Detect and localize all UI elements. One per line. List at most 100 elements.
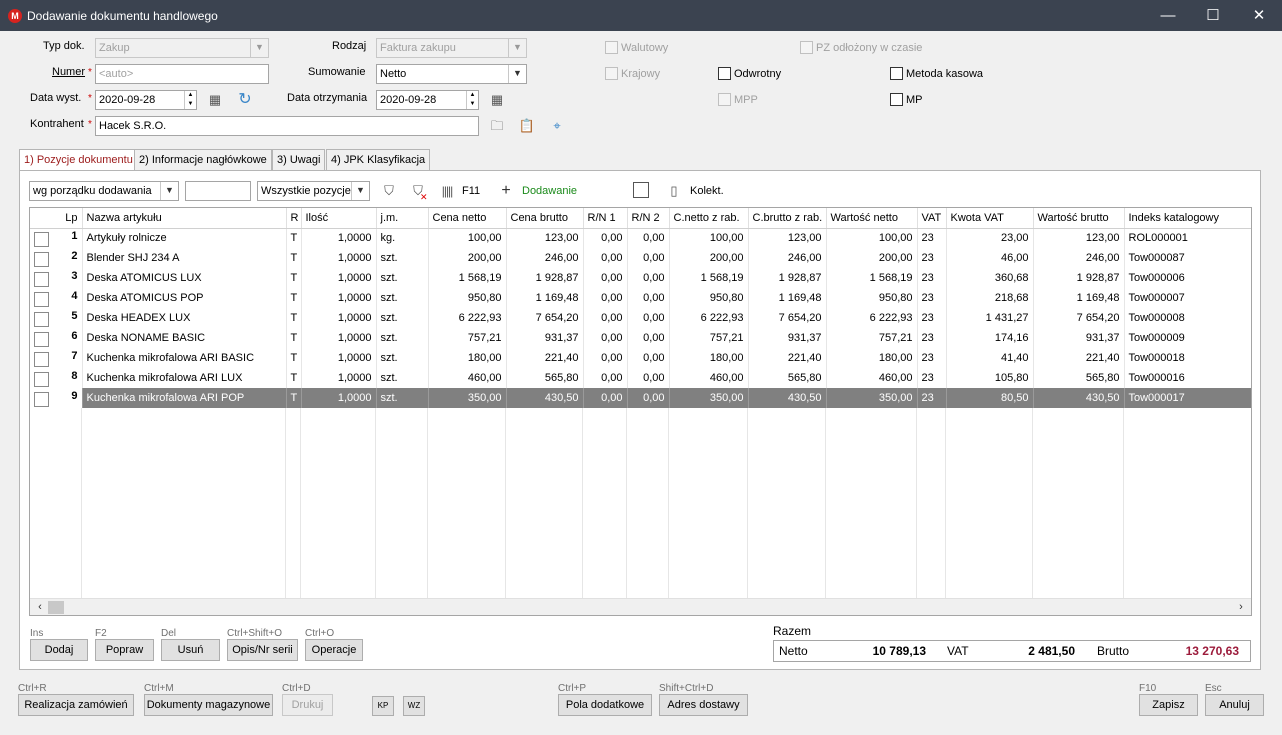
col-rn1[interactable]: R/N 1	[583, 208, 628, 229]
realizacja-zamowien-button[interactable]: Realizacja zamówień	[18, 694, 134, 716]
add-mode-checkbox[interactable]	[633, 182, 649, 198]
spin-updown-icon[interactable]: ▲ ▼	[466, 91, 478, 109]
row-select-checkbox[interactable]	[34, 231, 49, 247]
col-cbrutto-rab[interactable]: C.brutto z rab.	[748, 208, 827, 229]
col-ilosc[interactable]: Ilość	[301, 208, 377, 229]
krajowy-checkbox[interactable]	[605, 67, 618, 80]
scroll-left-icon[interactable]: ‹	[32, 600, 48, 615]
numer-input[interactable]: <auto>	[95, 64, 269, 84]
map-pin-icon[interactable]: ⌖	[547, 116, 567, 136]
col-rn2[interactable]: R/N 2	[627, 208, 670, 229]
popraw-button[interactable]: Popraw	[95, 639, 154, 661]
refresh-icon[interactable]: ↻	[235, 90, 255, 110]
sort-order-select[interactable]: wg porządku dodawania ▼	[29, 181, 179, 201]
maximize-button[interactable]: ☐	[1190, 0, 1236, 31]
row-select-checkbox[interactable]	[34, 311, 49, 327]
row-select-checkbox[interactable]	[34, 271, 49, 287]
mp-checkbox[interactable]	[890, 93, 903, 106]
dodaj-button[interactable]: Dodaj	[30, 639, 88, 661]
col-cena-brutto[interactable]: Cena brutto	[506, 208, 584, 229]
odwrotny-checkbox[interactable]	[718, 67, 731, 80]
grid-cell: 1,0000	[301, 308, 377, 328]
tab-informacje-naglowkowe[interactable]: 2) Informacje nagłówkowe	[134, 149, 272, 170]
close-button[interactable]: ✕	[1236, 0, 1282, 31]
row-select-checkbox[interactable]	[34, 251, 49, 267]
row-select-checkbox[interactable]	[34, 331, 49, 347]
calendar-icon[interactable]: ▦	[487, 90, 507, 110]
tab-pozycje-dokumentu[interactable]: 1) Pozycje dokumentu	[19, 149, 138, 171]
metoda-kasowa-checkbox[interactable]	[890, 67, 903, 80]
zapisz-button[interactable]: Zapisz	[1139, 694, 1198, 716]
tab-uwagi[interactable]: 3) Uwagi	[272, 149, 326, 170]
data-wyst-input[interactable]: 2020-09-28 ▲ ▼	[95, 90, 197, 110]
f11-label: F11	[462, 185, 481, 197]
dokumenty-magazynowe-button[interactable]: Dokumenty magazynowe	[144, 694, 273, 716]
plus-icon[interactable]: +	[496, 181, 516, 201]
table-row[interactable]: 8 Kuchenka mikrofalowa ARI LUX T 1,0000 szt.…	[30, 368, 1251, 388]
minimize-button[interactable]: —	[1145, 0, 1191, 31]
walutowy-checkbox[interactable]	[605, 41, 618, 54]
pola-dodatkowe-button[interactable]: Pola dodatkowe	[558, 694, 652, 716]
table-row[interactable]: 9 Kuchenka mikrofalowa ARI POP T 1,0000 szt.…	[30, 388, 1251, 408]
operacje-button[interactable]: Operacje	[305, 639, 363, 661]
table-row[interactable]: 6 Deska NONAME BASIC T 1,0000 szt. 757,21 931,…	[30, 328, 1251, 348]
row-select-checkbox[interactable]	[34, 351, 49, 367]
scrollbar-thumb[interactable]	[48, 601, 64, 614]
grid-header: Lp Nazwa artykułu R Ilość j.m. Cena nett…	[30, 208, 1251, 229]
calendar-icon[interactable]: ▦	[205, 90, 225, 110]
kp-button[interactable]: KP	[372, 696, 394, 716]
adres-dostawy-button[interactable]: Adres dostawy	[659, 694, 748, 716]
col-cnetto-rab[interactable]: C.netto z rab.	[669, 208, 749, 229]
row-select-checkbox[interactable]	[34, 291, 49, 307]
anuluj-button[interactable]: Anuluj	[1205, 694, 1264, 716]
kontrahent-input[interactable]: Hacek S.R.O.	[95, 116, 479, 136]
usun-button[interactable]: Usuń	[161, 639, 220, 661]
clipboard-search-icon[interactable]: 📋	[517, 116, 537, 136]
tab-jpk-klasyfikacja[interactable]: 4) JPK Klasyfikacja	[326, 149, 431, 170]
col-wartosc-netto[interactable]: Wartość netto	[826, 208, 918, 229]
col-r[interactable]: R	[286, 208, 302, 229]
col-indeks[interactable]: Indeks katalogowy	[1124, 208, 1251, 229]
grid-cell: szt.	[376, 388, 429, 408]
row-select-checkbox[interactable]	[34, 371, 49, 387]
col-nazwa[interactable]: Nazwa artykułu	[82, 208, 287, 229]
filter-icon[interactable]: ⛉	[379, 181, 399, 201]
table-row[interactable]: 1 Artykuły rolnicze T 1,0000 kg. 100,00 123,00…	[30, 228, 1251, 248]
clear-filter-icon[interactable]: ⛉ ✕	[408, 181, 428, 202]
col-cena-netto[interactable]: Cena netto	[428, 208, 507, 229]
col-wartosc-brutto[interactable]: Wartość brutto	[1033, 208, 1125, 229]
grid-cell: 23	[917, 288, 947, 308]
mpp-checkbox[interactable]	[718, 93, 731, 106]
table-row[interactable]: 4 Deska ATOMICUS POP T 1,0000 szt. 950,80 1 16…	[30, 288, 1251, 308]
search-input[interactable]	[185, 181, 251, 201]
collector-icon[interactable]: ▯	[664, 181, 684, 201]
spin-updown-icon[interactable]: ▲ ▼	[184, 91, 196, 109]
table-row[interactable]: 3 Deska ATOMICUS LUX T 1,0000 szt. 1 568,19 1 …	[30, 268, 1251, 288]
grid-cell: 200,00	[428, 248, 507, 268]
sumowanie-select[interactable]: Netto ▼	[376, 64, 527, 84]
table-row[interactable]: 2 Blender SHJ 234 A T 1,0000 szt. 200,00 246,0…	[30, 248, 1251, 268]
row-select-checkbox[interactable]	[34, 391, 49, 407]
opis-nr-serii-button[interactable]: Opis/Nr serii	[227, 639, 298, 661]
wz-button[interactable]: WZ	[403, 696, 425, 716]
drukuj-button[interactable]: Drukuj	[282, 694, 333, 716]
rodzaj-select[interactable]: Faktura zakupu ▼	[376, 38, 527, 58]
pz-odlozony-checkbox[interactable]	[800, 41, 813, 54]
typ-dok-select[interactable]: Zakup ▼	[95, 38, 269, 58]
col-kwota-vat[interactable]: Kwota VAT	[946, 208, 1034, 229]
col-vat[interactable]: VAT	[917, 208, 947, 229]
add-mode-label[interactable]: Dodawanie	[522, 185, 577, 197]
filter-select[interactable]: Wszystkie pozycje ▼	[257, 181, 370, 201]
row-lp-cell: 7	[30, 348, 83, 368]
grid-cell: 123,00	[506, 228, 584, 248]
table-row[interactable]: 5 Deska HEADEX LUX T 1,0000 szt. 6 222,93 7 65…	[30, 308, 1251, 328]
data-otrz-input[interactable]: 2020-09-28 ▲ ▼	[376, 90, 479, 110]
folder-icon[interactable]: 🗀	[487, 116, 507, 136]
col-jm[interactable]: j.m.	[376, 208, 429, 229]
grid-cell: 430,50	[506, 388, 584, 408]
horizontal-scrollbar[interactable]: ‹ ›	[30, 598, 1251, 615]
table-row[interactable]: 7 Kuchenka mikrofalowa ARI BASIC T 1,0000 sz…	[30, 348, 1251, 368]
scroll-right-icon[interactable]: ›	[1233, 600, 1249, 615]
barcode-icon[interactable]: |||||	[437, 181, 457, 201]
col-lp[interactable]: Lp	[30, 208, 83, 229]
